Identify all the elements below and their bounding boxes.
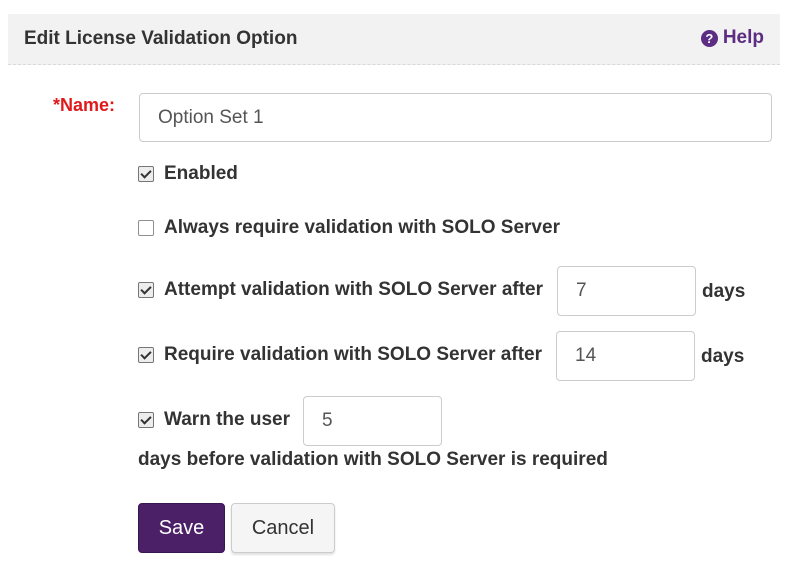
cancel-button[interactable]: Cancel [231,503,335,553]
attempt-days-input[interactable] [557,266,696,316]
warn-trailing-text: days before validation with SOLO Server … [138,449,608,470]
warn-checkbox[interactable] [138,412,154,428]
save-button[interactable]: Save [138,503,225,553]
enabled-label: Enabled [164,163,238,184]
enabled-checkbox[interactable] [138,166,154,182]
help-link[interactable]: ? Help [700,27,764,49]
name-input[interactable] [139,93,772,142]
enabled-row: Enabled [138,163,238,185]
attempt-label: Attempt validation with SOLO Server afte… [164,279,544,300]
always-require-label: Always require validation with SOLO Serv… [164,217,560,238]
name-label: *Name: [53,95,116,115]
require-checkbox[interactable] [138,347,154,363]
question-circle-icon: ? [700,29,718,47]
help-label: Help [722,27,764,48]
require-unit: days [701,346,745,367]
require-label: Require validation with SOLO Server afte… [164,344,542,365]
always-require-checkbox[interactable] [138,220,154,236]
always-require-row: Always require validation with SOLO Serv… [138,217,560,239]
panel-header: Edit License Validation Option ? Help [8,14,780,65]
require-days-input[interactable] [556,331,695,381]
attempt-row: Attempt validation with SOLO Server afte… [138,279,543,301]
warn-row: Warn the user [138,409,290,431]
attempt-unit: days [702,281,746,302]
warn-days-input[interactable] [303,396,442,446]
require-row: Require validation with SOLO Server afte… [138,344,542,366]
page-title: Edit License Validation Option [24,28,298,49]
attempt-checkbox[interactable] [138,282,154,298]
warn-label: Warn the user [164,409,290,430]
